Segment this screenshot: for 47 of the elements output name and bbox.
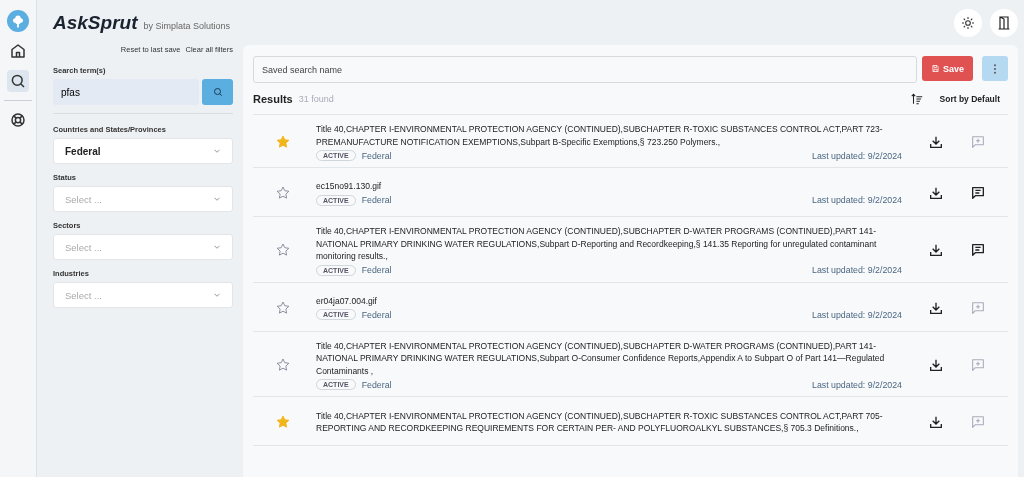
result-title[interactable]: Title 40,CHAPTER I-ENVIRONMENTAL PROTECTION AGENCY (CONTINUED),SUBCHAPTER R-TOXIC SUBSTANCES CONTROL ACT,PART 723-PREMANUFACTURE NOTIFICATION EXEMPTIONS,Subpart B-Specific Exemptions,§ 723.250 Polymers., bbox=[316, 123, 902, 148]
search-nav-button[interactable] bbox=[7, 70, 29, 92]
theme-toggle-button[interactable] bbox=[954, 8, 982, 37]
search-button[interactable] bbox=[202, 79, 233, 105]
download-icon[interactable] bbox=[928, 414, 944, 430]
star-outline-icon[interactable] bbox=[275, 242, 291, 259]
results-title: Results bbox=[253, 93, 293, 105]
dropdown[interactable]: Federal bbox=[53, 138, 233, 164]
last-updated-text: Last updated: 9/2/2024 bbox=[812, 265, 902, 275]
search-field[interactable]: pfas bbox=[53, 79, 199, 105]
logout-button[interactable] bbox=[990, 8, 1018, 37]
app-title: AskSprut bbox=[53, 11, 138, 34]
logo-icon bbox=[7, 10, 29, 32]
star-outline-icon[interactable] bbox=[275, 356, 291, 373]
last-updated-text: Last updated: 9/2/2024 bbox=[812, 379, 902, 390]
jurisdiction-text: Federal bbox=[361, 150, 392, 161]
sun-icon bbox=[960, 14, 976, 31]
jurisdiction-text: Federal bbox=[361, 309, 392, 320]
result-title[interactable]: Title 40,CHAPTER I-ENVIRONMENTAL PROTECTION AGENCY (CONTINUED),SUBCHAPTER D-WATER PROGRAMS (CONTINUED),PART 141-NATIONAL PRIMARY DRINKING WATER REGULATIONS,Subpart O-Consumer Confidence Reports,Appendix A to Subpart O of Part 141—Regulated Contaminants , bbox=[316, 339, 902, 377]
result-title[interactable]: er04ja07.004.gif bbox=[316, 294, 902, 308]
result-title[interactable]: Title 40,CHAPTER I-ENVIRONMENTAL PROTECTION AGENCY (CONTINUED),SUBCHAPTER R-TOXIC SUBSTANCES CONTROL ACT,PART 705-REPORTING AND RECORDKEEPING REQUIREMENTS FOR CERTAIN PER- AND POLYFLUOROALKYL SUBSTANCES,§ 705.3 Definitions., bbox=[316, 409, 902, 435]
star-outline-icon[interactable] bbox=[275, 185, 291, 201]
search-icon bbox=[211, 86, 224, 98]
results-count: 31 found bbox=[298, 94, 334, 104]
jurisdiction-text: Federal bbox=[361, 195, 392, 206]
comment-icon[interactable] bbox=[970, 185, 986, 201]
result-title[interactable]: ec15no91.130.gif bbox=[316, 180, 902, 193]
comment-icon[interactable] bbox=[970, 242, 986, 259]
last-updated-text: Last updated: 9/2/2024 bbox=[812, 309, 902, 320]
jurisdiction-text: Federal bbox=[361, 265, 392, 275]
saved-search-name-field[interactable]: Saved search name bbox=[253, 56, 917, 83]
star-filled-icon[interactable] bbox=[275, 134, 291, 150]
sort-icon[interactable] bbox=[909, 92, 924, 106]
star-filled-icon[interactable] bbox=[275, 414, 291, 430]
result-title[interactable]: Title 40,CHAPTER I-ENVIRONMENTAL PROTECTION AGENCY (CONTINUED),SUBCHAPTER D-WATER PROGRAMS (CONTINUED),PART 141-NATIONAL PRIMARY DRINKING WATER REGULATIONS,Subpart D-Reporting and Recordkeeping,§ 141.35 Reporting for unregulated contaminant monitoring results., bbox=[316, 225, 902, 263]
sort-button[interactable]: Sort by Default bbox=[939, 94, 1008, 104]
star-outline-icon[interactable] bbox=[275, 299, 291, 316]
download-icon[interactable] bbox=[928, 242, 944, 259]
save-button[interactable]: Save bbox=[922, 56, 973, 81]
download-icon[interactable] bbox=[928, 185, 944, 201]
last-updated-text: Last updated: 9/2/2024 bbox=[812, 195, 902, 206]
app-byline: by Simplata Solutions bbox=[143, 20, 230, 31]
door-icon bbox=[996, 14, 1012, 31]
download-icon[interactable] bbox=[928, 134, 944, 150]
kebab-menu-icon bbox=[993, 62, 997, 75]
jurisdiction-text: Federal bbox=[361, 379, 392, 390]
last-updated-text: Last updated: 9/2/2024 bbox=[812, 150, 902, 161]
